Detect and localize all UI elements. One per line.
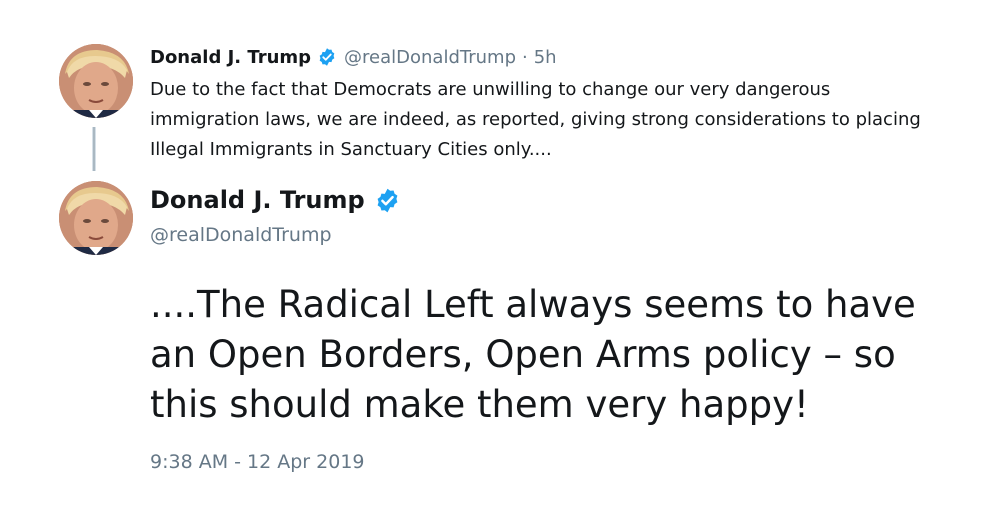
profile-photo-icon [59,181,133,255]
main-author-handle[interactable]: @realDonaldTrump [150,224,332,246]
parent-author-handle[interactable]: @realDonaldTrump [344,47,516,68]
profile-photo-icon [59,44,133,118]
thread-connector-line [92,127,96,171]
parent-tweet-age[interactable]: 5h [534,47,557,68]
main-tweet-header: Donald J. Trump [150,182,401,218]
verified-badge-icon [377,188,398,212]
main-author-name[interactable]: Donald J. Trump [150,186,365,214]
parent-tweet-header: Donald J. Trump @realDonaldTrump · 5h [150,44,557,70]
parent-avatar[interactable] [59,44,133,118]
main-tweet-timestamp[interactable]: 9:38 AM - 12 Apr 2019 [150,451,365,473]
parent-separator-dot: · [522,46,528,68]
parent-author-name[interactable]: Donald J. Trump [150,47,311,68]
verified-badge-icon [319,48,335,66]
main-tweet-text: ....The Radical Left always seems to hav… [150,283,916,426]
parent-tweet-text: Due to the fact that Democrats are unwil… [150,79,921,160]
main-avatar[interactable] [59,181,133,255]
